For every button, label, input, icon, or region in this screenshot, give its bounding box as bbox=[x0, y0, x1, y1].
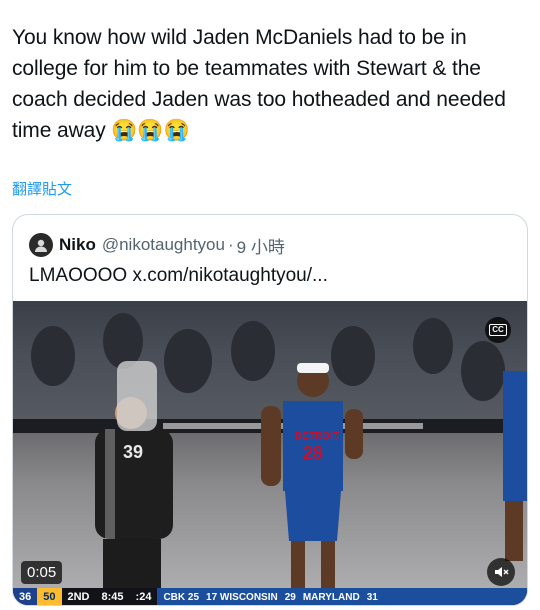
shot-clock: :24 bbox=[135, 591, 152, 603]
tweet-text: You know how wild Jaden McDaniels had to… bbox=[12, 26, 506, 142]
translate-link[interactable]: 翻譯貼文 bbox=[12, 178, 72, 199]
game-period: 2ND bbox=[67, 591, 90, 603]
video-time-badge: 0:05 bbox=[21, 561, 63, 584]
quote-header: Niko @nikotaughtyou · 9 小時 bbox=[29, 233, 285, 257]
captions-label: CC bbox=[489, 324, 507, 336]
quote-author-name[interactable]: Niko bbox=[59, 235, 96, 255]
game-clock: 8:45 bbox=[101, 591, 124, 603]
scoreboard: 36 50 2ND 8:45 :24 CBK 25 17 WISCONSIN 2… bbox=[13, 588, 527, 605]
ticker-item: MARYLAND bbox=[302, 591, 360, 603]
ticker-item: 17 WISCONSIN bbox=[206, 591, 278, 603]
team2-score: 50 bbox=[37, 588, 62, 605]
quote-text: LMAOOOO x.com/nikotaughtyou/... bbox=[29, 265, 328, 286]
quote-timestamp[interactable]: 9 小時 bbox=[237, 233, 285, 258]
ticker-item: 31 bbox=[366, 591, 378, 603]
svg-text:28: 28 bbox=[303, 443, 323, 463]
ticker-item: 29 bbox=[284, 591, 296, 603]
separator-dot: · bbox=[227, 235, 234, 254]
video-frame-players: 39 DETROIT 28 bbox=[13, 313, 527, 601]
captions-button[interactable]: CC bbox=[485, 317, 511, 343]
quoted-tweet-card[interactable]: Niko @nikotaughtyou · 9 小時 LMAOOOO x.com… bbox=[12, 214, 528, 606]
score-ticker: CBK 25 17 WISCONSIN 29 MARYLAND 31 bbox=[157, 588, 527, 605]
team1-score: 36 bbox=[13, 588, 38, 605]
ticker-item: CBK 25 bbox=[163, 591, 200, 603]
speaker-muted-icon[interactable] bbox=[487, 558, 515, 586]
avatar-icon[interactable] bbox=[29, 233, 53, 257]
svg-text:DETROIT: DETROIT bbox=[295, 431, 339, 442]
svg-text:39: 39 bbox=[123, 442, 143, 462]
video-player[interactable]: 39 DETROIT 28 CC 0:05 36 50 2ND 8:45:24… bbox=[13, 301, 527, 605]
quote-author-handle[interactable]: @nikotaughtyou bbox=[102, 235, 225, 255]
